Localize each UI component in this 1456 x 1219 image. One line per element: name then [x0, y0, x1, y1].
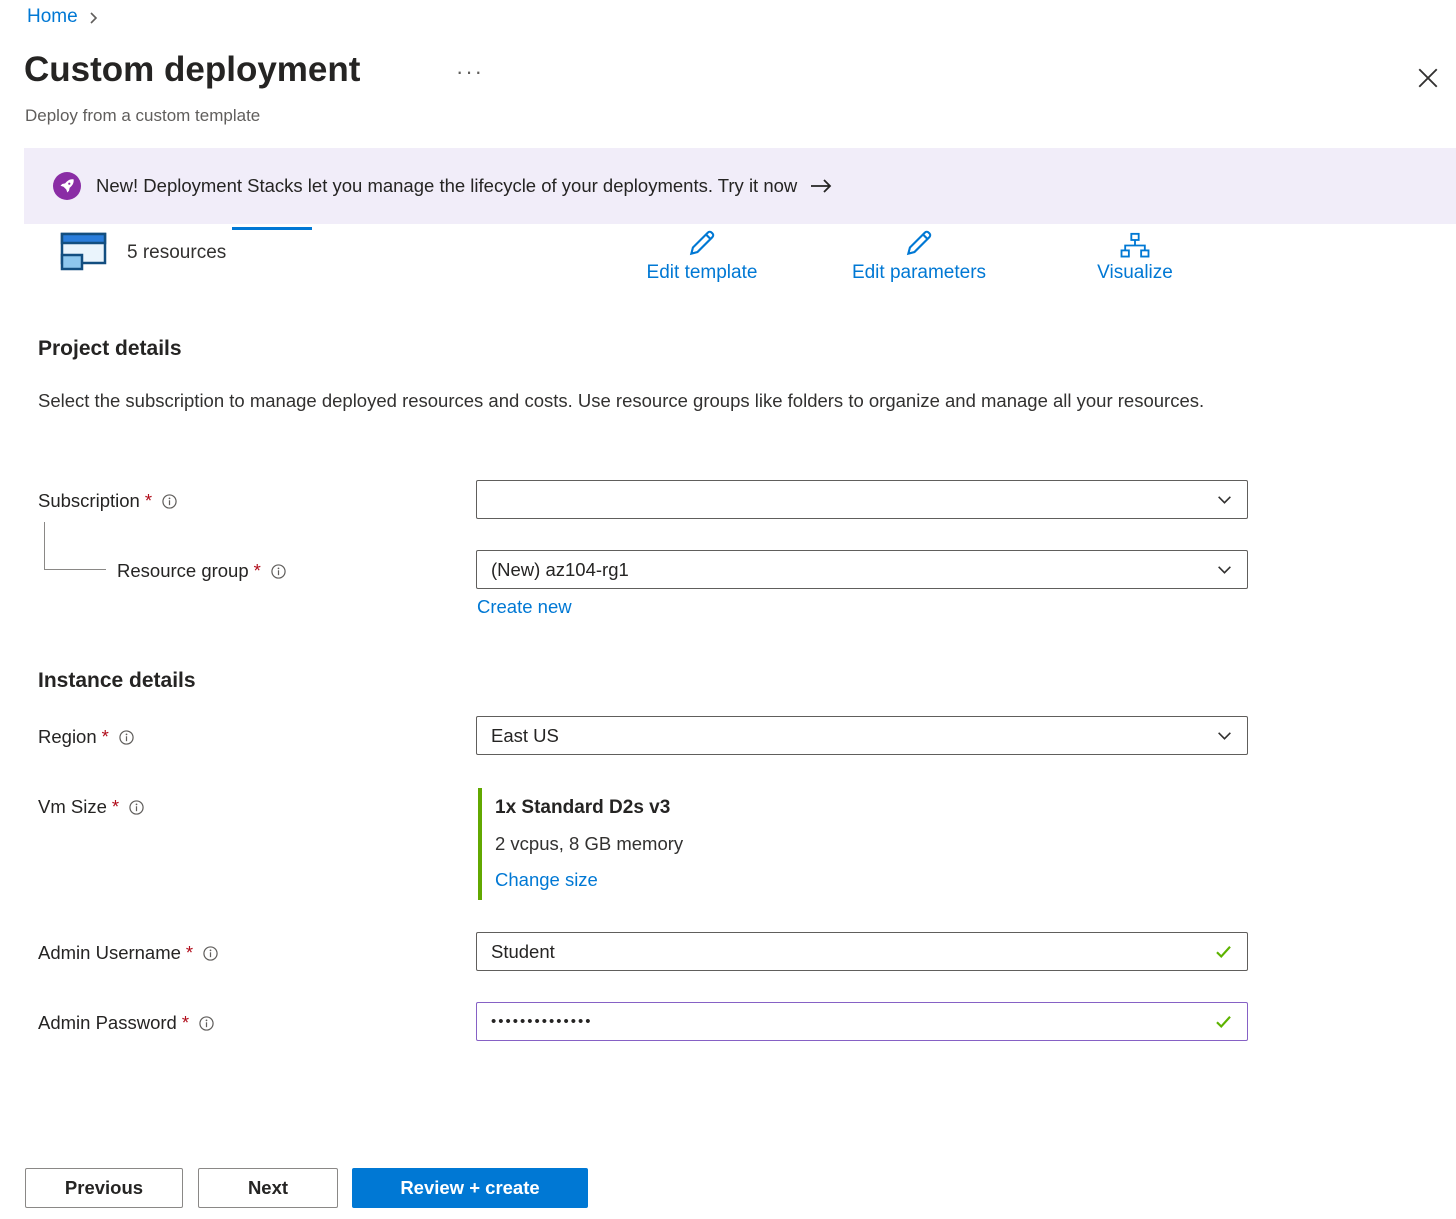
- admin-username-label-text: Admin Username: [38, 942, 181, 964]
- info-icon[interactable]: [203, 946, 218, 961]
- region-label: Region *: [38, 726, 134, 748]
- admin-password-label: Admin Password *: [38, 1012, 214, 1034]
- deployment-stacks-banner[interactable]: New! Deployment Stacks let you manage th…: [24, 148, 1456, 224]
- subscription-label: Subscription *: [38, 490, 177, 512]
- resource-group-dropdown[interactable]: (New) az104-rg1: [476, 550, 1248, 589]
- admin-password-input[interactable]: [491, 1013, 1204, 1030]
- info-icon[interactable]: [199, 1016, 214, 1031]
- checkmark-icon: [1214, 942, 1233, 961]
- resources-count: 5 resources: [127, 242, 226, 264]
- admin-username-label: Admin Username *: [38, 942, 218, 964]
- required-asterisk: *: [182, 1012, 189, 1034]
- info-icon[interactable]: [162, 494, 177, 509]
- breadcrumb: Home: [27, 6, 99, 28]
- resource-group-label-text: Resource group: [117, 560, 249, 582]
- breadcrumb-home-link[interactable]: Home: [27, 6, 78, 28]
- admin-password-field: [476, 1002, 1248, 1041]
- template-bar: 5 resources Edit template Edit parameter…: [0, 226, 1456, 296]
- project-details-heading: Project details: [38, 337, 182, 361]
- subscription-dropdown[interactable]: [476, 480, 1248, 519]
- project-description: Select the subscription to manage deploy…: [38, 385, 1208, 417]
- checkmark-icon: [1214, 1012, 1233, 1031]
- pencil-icon: [903, 227, 935, 259]
- review-create-button[interactable]: Review + create: [352, 1168, 588, 1208]
- page-subtitle: Deploy from a custom template: [25, 106, 260, 126]
- vm-size-specs: 2 vcpus, 8 GB memory: [495, 826, 978, 862]
- arrow-right-icon: [810, 178, 833, 194]
- required-asterisk: *: [102, 726, 109, 748]
- admin-username-input[interactable]: [491, 941, 1204, 963]
- resource-group-label: Resource group *: [117, 560, 286, 582]
- visualize-button[interactable]: Visualize: [1045, 226, 1225, 285]
- rocket-icon: [53, 172, 81, 200]
- pencil-icon: [686, 227, 718, 259]
- chevron-right-icon: [87, 12, 99, 24]
- vm-size-label-text: Vm Size: [38, 796, 107, 818]
- info-icon[interactable]: [129, 800, 144, 815]
- instance-details-heading: Instance details: [38, 669, 196, 693]
- chevron-down-icon: [1216, 491, 1233, 508]
- template-icon: [60, 232, 107, 272]
- edit-parameters-label: Edit parameters: [852, 262, 986, 284]
- admin-username-field: [476, 932, 1248, 971]
- vm-size-selection: 1x Standard D2s v3: [495, 790, 978, 826]
- close-icon[interactable]: [1412, 62, 1444, 94]
- page-title: Custom deployment: [24, 50, 360, 90]
- resource-group-connector-line: [44, 522, 106, 570]
- chevron-down-icon: [1216, 727, 1233, 744]
- edit-template-label: Edit template: [647, 262, 758, 284]
- create-new-link[interactable]: Create new: [477, 596, 572, 618]
- resource-group-value: (New) az104-rg1: [491, 559, 629, 581]
- region-label-text: Region: [38, 726, 97, 748]
- chevron-down-icon: [1216, 561, 1233, 578]
- required-asterisk: *: [186, 942, 193, 964]
- edit-parameters-button[interactable]: Edit parameters: [829, 226, 1009, 285]
- required-asterisk: *: [112, 796, 119, 818]
- vm-size-label: Vm Size *: [38, 796, 144, 818]
- info-icon[interactable]: [271, 564, 286, 579]
- more-options-button[interactable]: ···: [450, 58, 490, 86]
- admin-password-label-text: Admin Password: [38, 1012, 177, 1034]
- required-asterisk: *: [145, 490, 152, 512]
- visualize-label: Visualize: [1097, 262, 1173, 284]
- subscription-label-text: Subscription: [38, 490, 140, 512]
- visualize-icon: [1120, 227, 1150, 259]
- banner-text: New! Deployment Stacks let you manage th…: [96, 175, 797, 197]
- region-dropdown[interactable]: East US: [476, 716, 1248, 755]
- region-value: East US: [491, 725, 559, 747]
- next-button[interactable]: Next: [198, 1168, 338, 1208]
- change-size-link[interactable]: Change size: [495, 862, 598, 898]
- previous-button[interactable]: Previous: [25, 1168, 183, 1208]
- edit-template-button[interactable]: Edit template: [612, 226, 792, 285]
- info-icon[interactable]: [119, 730, 134, 745]
- required-asterisk: *: [254, 560, 261, 582]
- vm-size-summary: 1x Standard D2s v3 2 vcpus, 8 GB memory …: [478, 788, 978, 900]
